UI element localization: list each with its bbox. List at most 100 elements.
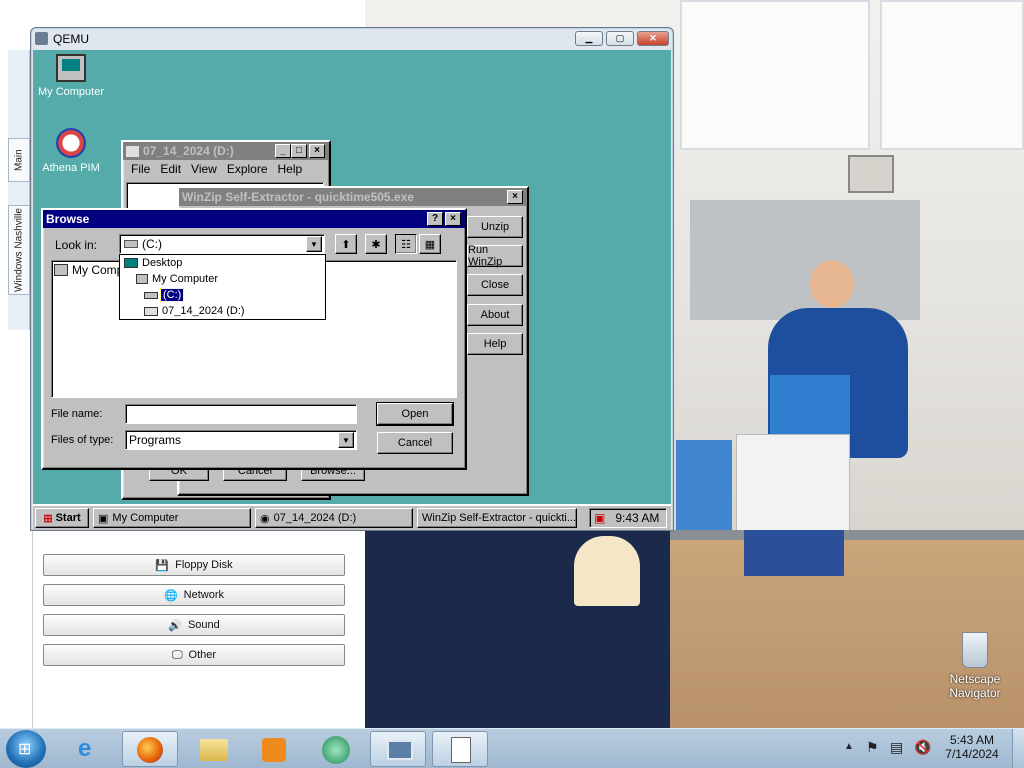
- minimize-icon: _: [280, 145, 286, 156]
- explorer-titlebar[interactable]: 07_14_2024 (D:) _ □ ×: [123, 142, 329, 160]
- qemu-app-icon: [35, 32, 48, 45]
- recycle-bin-icon: [962, 632, 988, 668]
- close-icon: ×: [512, 191, 518, 202]
- tree-item-label: My Computer: [152, 273, 219, 285]
- new-folder-button[interactable]: ✱: [365, 234, 387, 254]
- ie-taskbar-button[interactable]: e: [62, 731, 118, 767]
- document-taskbar-button[interactable]: [432, 731, 488, 767]
- ceiling-panel: [880, 0, 1024, 150]
- tree-item-c-drive[interactable]: (C:): [144, 288, 185, 302]
- tab-main-label: Main: [13, 149, 25, 171]
- unzip-button[interactable]: Unzip: [467, 216, 523, 238]
- qemu-titlebar[interactable]: QEMU ▁ ▢ ✕: [31, 28, 673, 50]
- desktop-icon-my-computer[interactable]: My Computer: [33, 54, 111, 98]
- explorer-menubar: File Edit View Explore Help: [123, 162, 329, 176]
- floppy-icon: 💾: [155, 559, 170, 572]
- winzip-titlebar[interactable]: WinZip Self-Extractor - quicktime505.exe…: [179, 188, 527, 206]
- network-button[interactable]: 🌐 Network: [43, 584, 345, 606]
- menu-file[interactable]: File: [131, 162, 150, 176]
- taskbar-item-label: My Computer: [112, 512, 179, 524]
- browse-help-button[interactable]: ?: [427, 212, 443, 226]
- tree-item-d-drive[interactable]: 07_14_2024 (D:): [144, 305, 245, 317]
- explorer-taskbar-button[interactable]: [186, 731, 242, 767]
- ice-cream-cone: [574, 536, 640, 606]
- tree-item-my-computer[interactable]: My Computer: [136, 273, 218, 285]
- about-button[interactable]: About: [467, 304, 523, 326]
- run-winzip-button[interactable]: Run WinZip: [467, 244, 523, 268]
- desktop-shortcut[interactable]: Netscape Navigator: [940, 632, 1010, 700]
- tree-item-label: (C:): [159, 288, 185, 302]
- media-player-taskbar-button[interactable]: [246, 731, 302, 767]
- guest-taskbar: ⊞ Start ▣ My Computer ◉ 07_14_2024 (D:) Win…: [33, 504, 671, 530]
- close-icon: ✕: [649, 33, 657, 43]
- menu-view[interactable]: View: [191, 162, 217, 176]
- promo-sign: [676, 440, 732, 540]
- windows-logo-icon: ⊞: [18, 741, 32, 758]
- floppy-disk-button[interactable]: 💾 Floppy Disk: [43, 554, 345, 576]
- look-in-dropdown-button[interactable]: ▼: [306, 236, 322, 252]
- look-in-value: (C:): [142, 237, 162, 251]
- media-center-taskbar-button[interactable]: [308, 731, 364, 767]
- explorer-close-button[interactable]: ×: [309, 144, 325, 158]
- action-center-icon[interactable]: ⚑: [866, 739, 879, 756]
- qemu-title: QEMU: [53, 32, 89, 46]
- file-name-input[interactable]: [125, 404, 357, 424]
- tab-windows-nashville[interactable]: Windows Nashville: [8, 205, 30, 295]
- help-button[interactable]: Help: [467, 333, 523, 355]
- winzip-title: WinZip Self-Extractor - quicktime505.exe: [182, 190, 414, 204]
- details-view-button[interactable]: ▦: [419, 234, 441, 254]
- up-folder-button[interactable]: ⬆: [335, 234, 357, 254]
- monitor-icon: [387, 740, 413, 760]
- cd-drive-icon: ◉: [260, 512, 270, 525]
- explorer-maximize-button[interactable]: □: [291, 144, 307, 158]
- taskbar-item-d-drive[interactable]: ◉ 07_14_2024 (D:): [255, 508, 413, 528]
- files-of-type-select[interactable]: Programs ▼: [125, 430, 357, 450]
- athena-pim-label: Athena PIM: [42, 162, 100, 174]
- drive-icon: [144, 291, 158, 299]
- hardware-buttons-panel: 💾 Floppy Disk 🌐 Network 🔊 Sound 🖵 Other: [32, 530, 358, 728]
- browse-close-button[interactable]: ×: [445, 212, 461, 226]
- start-orb-button[interactable]: ⊞: [6, 730, 46, 768]
- menu-edit[interactable]: Edit: [160, 162, 181, 176]
- host-clock[interactable]: 5:43 AM 7/14/2024: [940, 733, 1004, 761]
- network-icon[interactable]: ▤: [890, 739, 903, 756]
- menu-help[interactable]: Help: [278, 162, 303, 176]
- floppy-disk-label: Floppy Disk: [175, 559, 233, 571]
- start-button[interactable]: ⊞ Start: [35, 508, 89, 528]
- tree-item-desktop[interactable]: Desktop: [124, 257, 182, 269]
- taskbar-item-my-computer[interactable]: ▣ My Computer: [93, 508, 251, 528]
- winzip-close-button[interactable]: ×: [507, 190, 523, 204]
- menu-explore[interactable]: Explore: [227, 162, 268, 176]
- computer-icon: [54, 264, 68, 276]
- desktop-icon-athena-pim[interactable]: Athena PIM: [33, 128, 111, 174]
- open-button[interactable]: Open: [376, 402, 454, 426]
- volume-muted-icon[interactable]: 🔇: [914, 739, 931, 756]
- sound-button[interactable]: 🔊 Sound: [43, 614, 345, 636]
- taskbar-item-winzip[interactable]: WinZip Self-Extractor - quickti...: [417, 508, 577, 528]
- browse-cancel-label: Cancel: [397, 437, 433, 449]
- tree-item-label: Desktop: [142, 257, 183, 269]
- cd-drive-icon: [144, 306, 158, 316]
- chevron-down-icon: ▼: [342, 435, 350, 445]
- counter-sign: [744, 530, 844, 576]
- explorer-minimize-button[interactable]: _: [275, 144, 291, 158]
- qemu-taskbar-button[interactable]: [370, 731, 426, 767]
- winzip-close-action-button[interactable]: Close: [467, 274, 523, 296]
- winzip-tray-icon[interactable]: ▣: [594, 511, 605, 525]
- minimize-button[interactable]: ▁: [575, 31, 603, 46]
- other-button[interactable]: 🖵 Other: [43, 644, 345, 666]
- show-hidden-icons-button[interactable]: ▲: [844, 741, 854, 752]
- show-desktop-button[interactable]: [1012, 729, 1024, 768]
- browse-titlebar[interactable]: Browse ? ×: [43, 210, 465, 228]
- firefox-taskbar-button[interactable]: [122, 731, 178, 767]
- close-label: Close: [480, 279, 510, 291]
- wall-monitor: [848, 155, 894, 193]
- my-computer-label: My Computer: [37, 86, 105, 98]
- look-in-combobox[interactable]: (C:) ▼: [119, 234, 325, 254]
- tab-main[interactable]: Main: [8, 138, 30, 182]
- list-view-button[interactable]: ☷: [395, 234, 417, 254]
- close-button[interactable]: ✕: [637, 31, 669, 46]
- browse-cancel-button[interactable]: Cancel: [377, 432, 453, 454]
- files-of-type-dropdown-button[interactable]: ▼: [338, 432, 354, 448]
- maximize-button[interactable]: ▢: [606, 31, 634, 46]
